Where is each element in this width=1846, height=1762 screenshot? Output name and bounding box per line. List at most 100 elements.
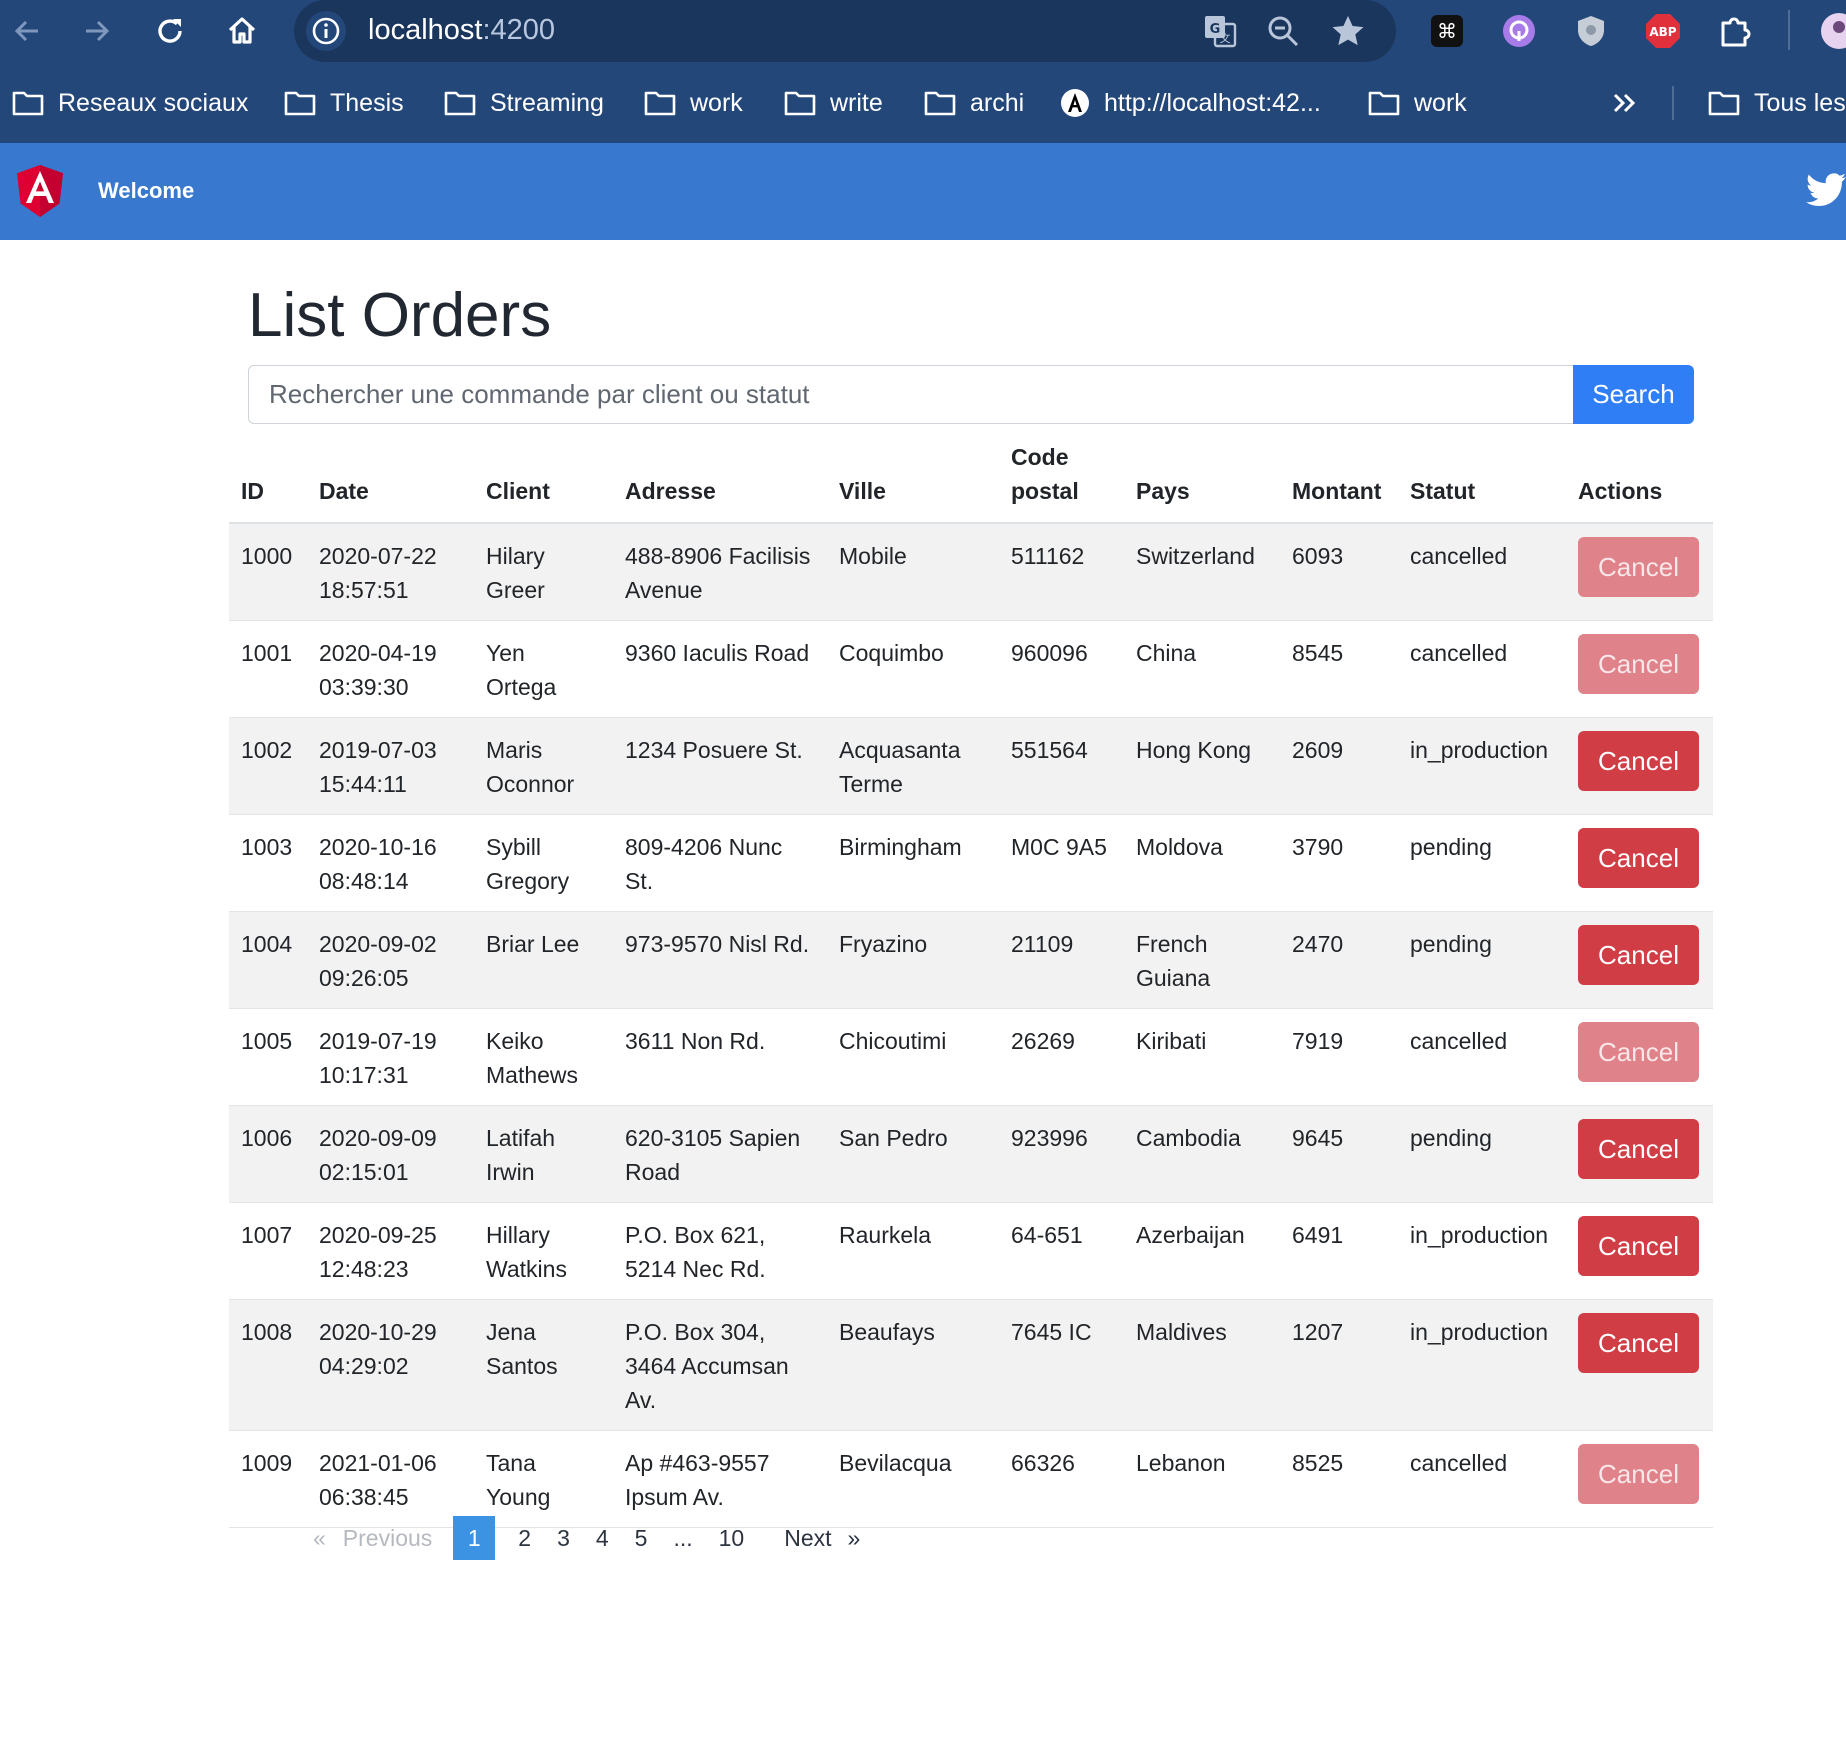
cell-code-postal: 511162 (999, 522, 1124, 621)
cell-adresse: 620-3105 Sapien Road (613, 1105, 827, 1203)
pagination-page-10[interactable]: 10 (706, 1516, 758, 1560)
twitter-icon[interactable] (1806, 173, 1846, 212)
cell-client: Keiko Mathews (474, 1008, 613, 1106)
home-icon[interactable] (219, 8, 265, 54)
cancel-button[interactable]: Cancel (1578, 828, 1699, 888)
column-header-date: Date (307, 430, 474, 524)
cell-adresse: Ap #463-9557 Ipsum Av. (613, 1430, 827, 1528)
bookmark-folder-thesis[interactable]: Thesis (284, 78, 404, 128)
profile-avatar[interactable] (1816, 8, 1846, 54)
cell-code-postal: 551564 (999, 717, 1124, 815)
table-row: 1009 2021-01-06 06:38:45 Tana Young Ap #463… (229, 1430, 1713, 1528)
folder-icon (1708, 91, 1740, 116)
cell-id: 1003 (229, 814, 307, 912)
url-host: localhost (368, 14, 483, 46)
angular-logo-icon[interactable] (17, 165, 63, 222)
bookmark-folder-all[interactable]: Tous les (1708, 78, 1846, 128)
cell-code-postal: M0C 9A5 (999, 814, 1124, 912)
bookmark-folder-reseaux-sociaux[interactable]: Reseaux sociaux (12, 78, 248, 128)
pagination-page-2[interactable]: 2 (505, 1516, 544, 1560)
cancel-button[interactable]: Cancel (1578, 1313, 1699, 1373)
cell-code-postal: 64-651 (999, 1202, 1124, 1300)
cell-montant: 8545 (1280, 620, 1398, 718)
cell-adresse: 488-8906 Facilisis Avenue (613, 522, 827, 621)
cell-statut: in_production (1398, 1299, 1566, 1431)
table-row: 1006 2020-09-09 02:15:01 Latifah Irwin 620-… (229, 1105, 1713, 1203)
cell-id: 1005 (229, 1008, 307, 1106)
bookmark-folder-archi[interactable]: archi (924, 78, 1024, 128)
cancel-button[interactable]: Cancel (1578, 1119, 1699, 1179)
pagination-last-icon[interactable]: » (840, 1516, 874, 1560)
cell-actions: Cancel (1566, 620, 1713, 718)
bookmark-folder-write[interactable]: write (784, 78, 883, 128)
extension-shield-icon[interactable] (1568, 8, 1614, 54)
site-info-icon[interactable] (306, 11, 346, 51)
cell-id: 1006 (229, 1105, 307, 1203)
bookmark-folder-work-2[interactable]: work (1368, 78, 1467, 128)
table-row: 1004 2020-09-02 09:26:05 Briar Lee 973-9570… (229, 911, 1713, 1009)
search-input[interactable] (248, 365, 1573, 424)
cell-montant: 9645 (1280, 1105, 1398, 1203)
bookmark-localhost[interactable]: http://localhost:42... (1060, 78, 1321, 128)
extension-podcast-icon[interactable] (1496, 8, 1542, 54)
cancel-button[interactable]: Cancel (1578, 925, 1699, 985)
translate-icon[interactable]: G文 (1198, 9, 1242, 53)
pagination-page-4[interactable]: 4 (583, 1516, 622, 1560)
cell-id: 1007 (229, 1202, 307, 1300)
cell-ville: Acquasanta Terme (827, 717, 999, 815)
cell-montant: 3790 (1280, 814, 1398, 912)
search-button[interactable]: Search (1573, 365, 1694, 424)
bookmark-label: work (690, 88, 743, 117)
cell-id: 1008 (229, 1299, 307, 1431)
cell-id: 1002 (229, 717, 307, 815)
nav-welcome-link[interactable]: Welcome (98, 178, 194, 204)
cell-statut: cancelled (1398, 1430, 1566, 1528)
cell-ville: Chicoutimi (827, 1008, 999, 1106)
cell-actions: Cancel (1566, 1299, 1713, 1431)
cell-actions: Cancel (1566, 717, 1713, 815)
cell-actions: Cancel (1566, 1430, 1713, 1528)
cancel-button[interactable]: Cancel (1578, 731, 1699, 791)
cancel-button: Cancel (1578, 1022, 1699, 1082)
bookmark-folder-work[interactable]: work (644, 78, 743, 128)
cell-montant: 6093 (1280, 522, 1398, 621)
extension-command-icon[interactable]: ⌘ (1424, 8, 1470, 54)
extensions-puzzle-icon[interactable] (1712, 8, 1758, 54)
cell-date: 2020-09-02 09:26:05 (307, 911, 474, 1009)
column-header-actions: Actions (1566, 430, 1713, 524)
bookmarks-overflow-chevron-icon[interactable] (1612, 78, 1638, 128)
browser-chrome: localhost:4200 G文 ⌘ ABP Reseaux sociaux … (0, 0, 1846, 143)
cell-client: Jena Santos (474, 1299, 613, 1431)
column-header-statut: Statut (1398, 430, 1566, 524)
zoom-icon[interactable] (1261, 9, 1305, 53)
extension-abp-icon[interactable]: ABP (1640, 8, 1686, 54)
cell-date: 2019-07-03 15:44:11 (307, 717, 474, 815)
pagination-page-1[interactable]: 1 (453, 1516, 496, 1560)
pagination-page-3[interactable]: 3 (544, 1516, 583, 1560)
cell-client: Maris Oconnor (474, 717, 613, 815)
cell-pays: French Guiana (1124, 911, 1280, 1009)
cell-date: 2020-09-09 02:15:01 (307, 1105, 474, 1203)
column-header-client: Client (474, 430, 613, 524)
cancel-button[interactable]: Cancel (1578, 1216, 1699, 1276)
bookmark-folder-streaming[interactable]: Streaming (444, 78, 604, 128)
forward-icon[interactable] (74, 8, 120, 54)
bookmark-star-icon[interactable] (1326, 9, 1370, 53)
reload-icon[interactable] (147, 8, 193, 54)
pagination-next[interactable]: Next (757, 1516, 839, 1560)
pagination: « Previous 1 2 3 4 5 ... 10 Next » (300, 1516, 873, 1560)
cell-id: 1009 (229, 1430, 307, 1528)
cell-client: Yen Ortega (474, 620, 613, 718)
cell-client: Latifah Irwin (474, 1105, 613, 1203)
address-bar[interactable]: localhost:4200 G文 (294, 0, 1396, 62)
table-header-row: ID Date Client Adresse Ville Code postal… (229, 430, 1713, 524)
address-url[interactable]: localhost:4200 (368, 13, 555, 47)
cell-montant: 2470 (1280, 911, 1398, 1009)
cell-adresse: 9360 Iaculis Road (613, 620, 827, 718)
back-icon[interactable] (4, 8, 50, 54)
pagination-page-5[interactable]: 5 (622, 1516, 661, 1560)
cell-pays: Kiribati (1124, 1008, 1280, 1106)
pagination-ellipsis: ... (673, 1524, 693, 1551)
cell-ville: Mobile (827, 522, 999, 621)
cell-adresse: 1234 Posuere St. (613, 717, 827, 815)
